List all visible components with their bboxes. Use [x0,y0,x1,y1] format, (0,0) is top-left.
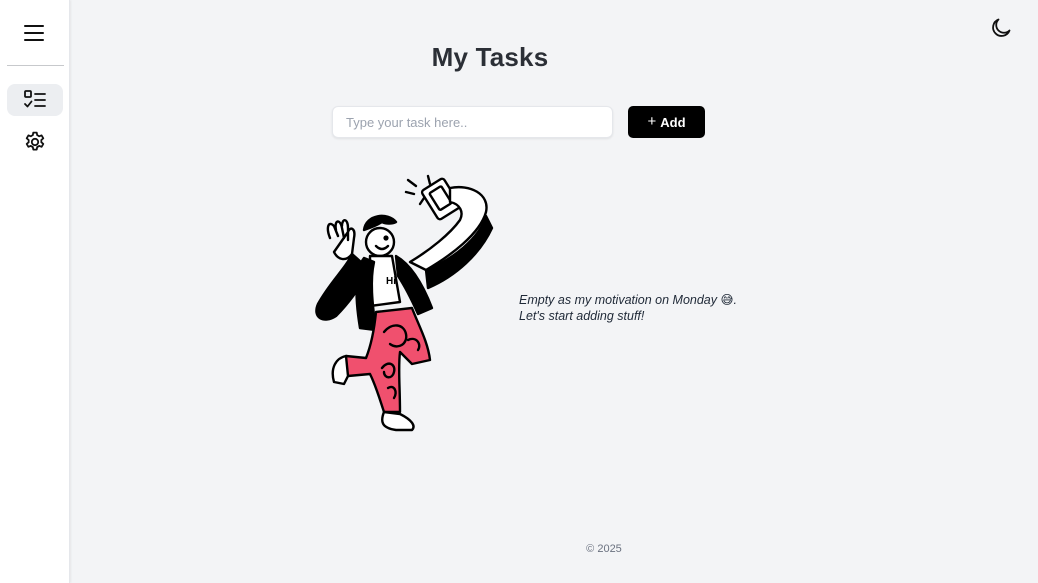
gear-icon [25,131,45,151]
empty-state-line-1: Empty as my motivation on Monday 😅. [519,293,737,307]
moon-icon [992,18,1011,37]
sidebar-item-tasks[interactable] [7,84,63,116]
sidebar-item-settings[interactable] [7,126,63,158]
page-title: My Tasks [431,42,549,72]
sidebar-divider [7,65,64,66]
sidebar [0,0,70,583]
add-button-label: Add [660,114,686,130]
task-input[interactable] [332,106,613,138]
empty-state-message: Empty as my motivation on Monday 😅. Let'… [519,292,759,324]
person-taking-selfie-illustration: Hi [315,174,494,432]
empty-state-line-2: Let's start adding stuff! [519,309,645,323]
plus-icon: + [647,113,657,130]
add-task-button[interactable]: + Add [628,106,705,138]
theme-toggle-button[interactable] [985,12,1017,44]
svg-text:Hi: Hi [386,276,396,287]
task-list-icon [24,90,46,108]
footer-copyright: © 2025 [586,543,622,555]
hamburger-menu-icon [24,25,44,41]
menu-toggle-button[interactable] [13,14,55,52]
